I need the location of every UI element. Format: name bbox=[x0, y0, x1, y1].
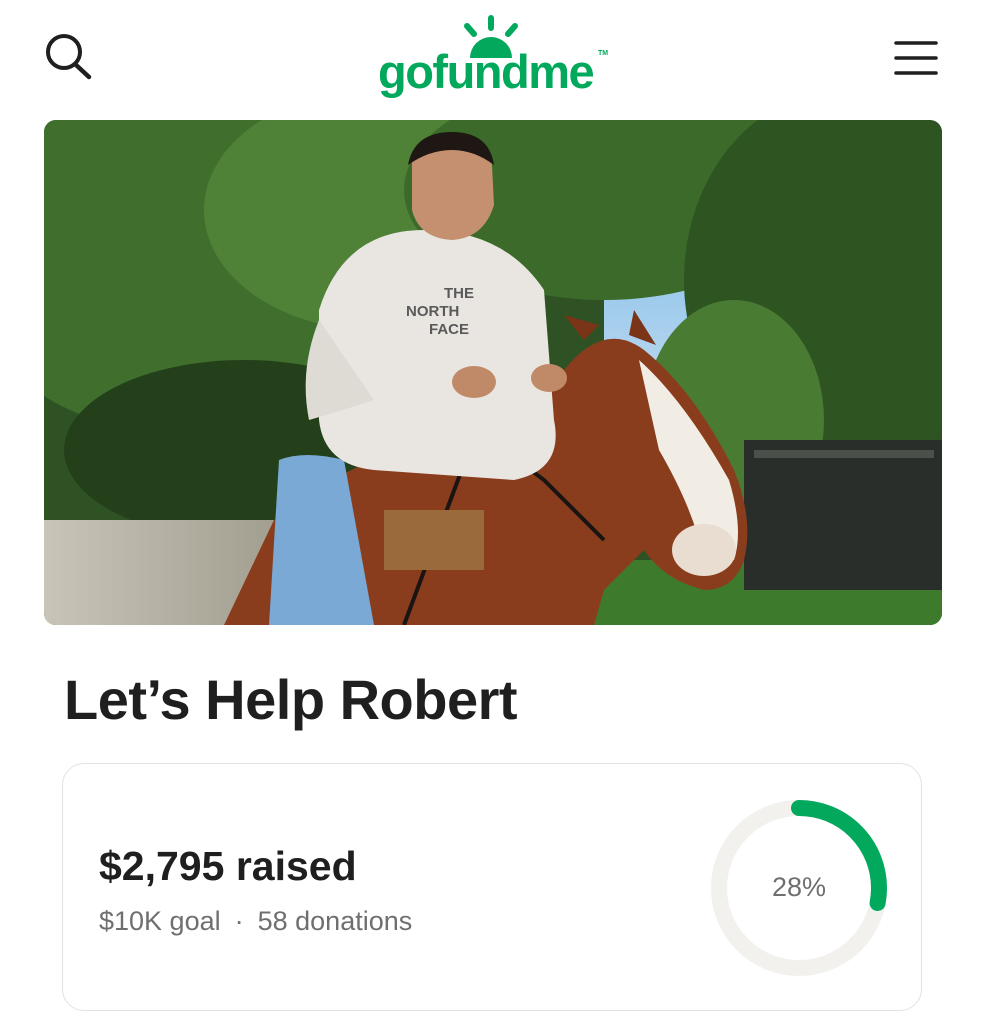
meta-separator: · bbox=[234, 906, 244, 936]
donation-count: 58 donations bbox=[257, 906, 413, 936]
goal-and-donations: $10K goal · 58 donations bbox=[99, 904, 412, 938]
search-button[interactable] bbox=[42, 30, 98, 86]
menu-button[interactable] bbox=[888, 34, 944, 82]
logo-trademark: TM bbox=[598, 50, 609, 57]
raised-amount-value: $2,795 bbox=[99, 843, 225, 889]
campaign-title: Let’s Help Robert bbox=[64, 668, 518, 731]
progress-percent-label: 28% bbox=[771, 872, 827, 902]
logo-wordmark: gofundme bbox=[378, 45, 595, 98]
amount-raised: $2,795 raised bbox=[99, 842, 357, 890]
donation-progress-card[interactable]: $2,795 raised $10K goal · 58 donations 28% bbox=[62, 763, 922, 1011]
hero-photo-illustration: THE NORTH FACE bbox=[44, 120, 942, 625]
campaign-hero-photo[interactable]: THE NORTH FACE bbox=[44, 120, 942, 625]
svg-text:THE: THE bbox=[444, 285, 474, 302]
svg-text:NORTH: NORTH bbox=[406, 303, 459, 320]
gofundme-logo[interactable]: gofundme TM bbox=[372, 14, 618, 106]
top-nav-bar: gofundme TM bbox=[0, 0, 986, 118]
raised-label: raised bbox=[235, 843, 357, 889]
goal-amount: $10K goal bbox=[99, 906, 221, 936]
search-icon bbox=[46, 34, 92, 80]
hamburger-menu-icon bbox=[894, 41, 938, 75]
svg-text:FACE: FACE bbox=[429, 321, 469, 338]
